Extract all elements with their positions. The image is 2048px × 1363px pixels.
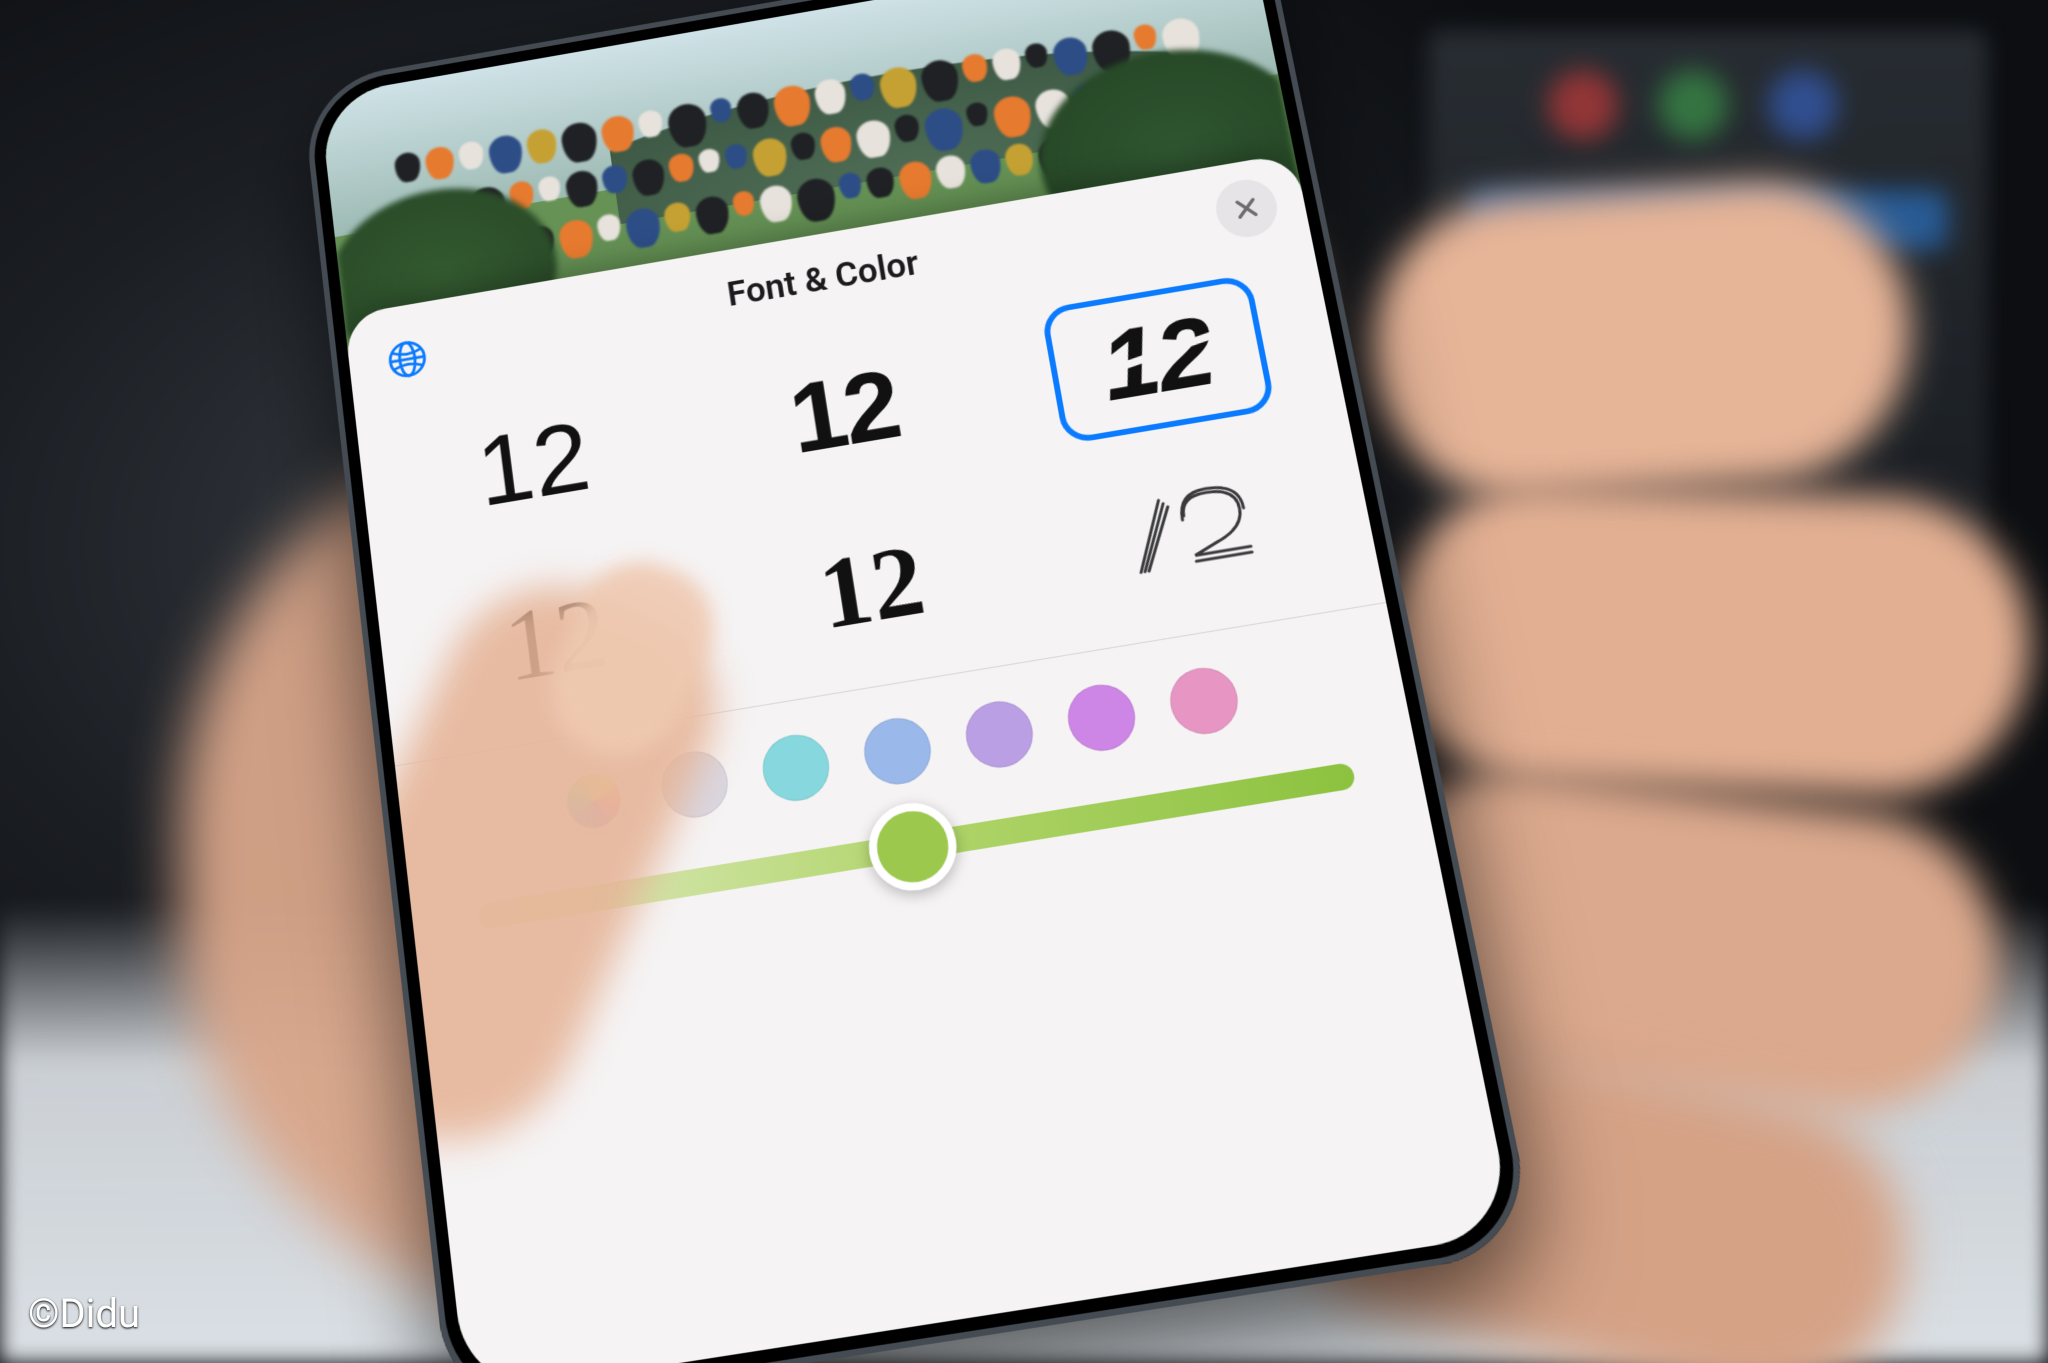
font-sample: [1105, 465, 1275, 605]
color-swatch-gradient-picker[interactable]: [557, 763, 631, 839]
color-swatch-lavender-grey[interactable]: [658, 746, 733, 822]
color-swatch-orchid[interactable]: [1063, 680, 1141, 756]
close-icon: [1230, 193, 1262, 223]
font-option-condensed-bold[interactable]: 12: [733, 330, 957, 494]
font-option-stencil-italic[interactable]: 12: [1043, 277, 1272, 442]
photo-watermark: ©Didu: [28, 1290, 140, 1337]
font-sample: 12: [813, 529, 931, 646]
color-swatch-aqua[interactable]: [758, 730, 833, 806]
font-sample: 12: [783, 355, 904, 470]
color-swatch-lilac[interactable]: [961, 696, 1038, 772]
font-option-outline-multistroke[interactable]: [1074, 451, 1307, 620]
font-sample: 12: [1094, 302, 1221, 417]
font-option-serif-didone[interactable]: 12: [759, 504, 987, 673]
font-option-sans-regular[interactable]: 12: [425, 383, 643, 547]
slider-thumb[interactable]: [863, 797, 963, 897]
font-sample: 12: [472, 407, 595, 522]
color-swatch-periwinkle[interactable]: [860, 713, 936, 789]
font-color-sheet: Font & Color 1212121212: [344, 153, 1515, 1363]
color-swatch-pink[interactable]: [1165, 663, 1244, 739]
